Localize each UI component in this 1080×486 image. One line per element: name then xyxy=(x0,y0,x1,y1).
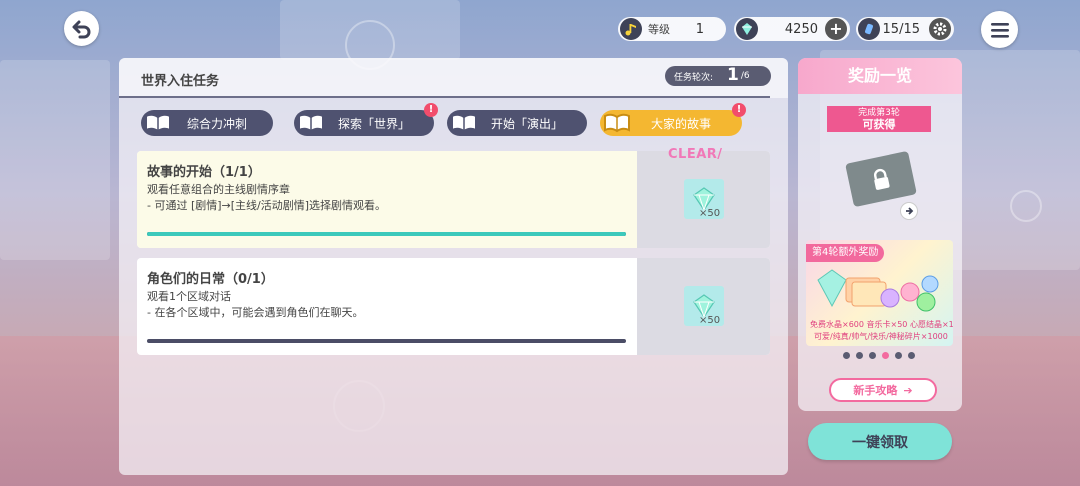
reward-items-icon xyxy=(817,269,939,312)
beginner-guide-button[interactable]: 新手攻略 ➔ xyxy=(829,378,937,402)
carousel-dot[interactable] xyxy=(869,352,876,359)
gear-icon xyxy=(933,22,947,36)
music-note-icon xyxy=(620,18,642,40)
book-icon xyxy=(451,113,477,133)
level-display: 等级 1 xyxy=(618,17,726,41)
tab-start-show[interactable]: 开始「演出」 xyxy=(447,110,587,136)
task-progress-bar xyxy=(147,232,626,236)
task-card[interactable]: 故事的开始（1/1） 观看任意组合的主线剧情序章 - 可通过 [剧情]→[主线/… xyxy=(137,151,770,248)
stamina-display: 15/15 xyxy=(856,17,954,41)
stamina-bottle-icon xyxy=(858,18,880,40)
book-icon xyxy=(145,113,171,133)
book-icon xyxy=(298,113,324,133)
task-description: 观看任意组合的主线剧情序章 - 可通过 [剧情]→[主线/活动剧情]选择剧情观看… xyxy=(147,182,386,214)
round-label: 任务轮次: xyxy=(674,72,714,83)
clear-stamp: CLEAR/ xyxy=(668,147,723,162)
extra-reward-title: 第4轮额外奖励 xyxy=(806,244,885,262)
task-title: 故事的开始（1/1） xyxy=(147,165,261,180)
task-reward-area: ×50 xyxy=(637,151,770,248)
notification-badge: ! xyxy=(732,103,746,117)
menu-button[interactable] xyxy=(981,11,1018,48)
level-value: 1 xyxy=(695,21,704,37)
mission-header: 世界入住任务 任务轮次: 1 /6 xyxy=(119,58,788,98)
tab-label: 大家的故事 xyxy=(650,116,711,131)
level-label: 等级 xyxy=(648,23,670,36)
back-button[interactable] xyxy=(64,11,99,46)
crystal-icon xyxy=(736,18,758,40)
ribbon-title: 可获得 xyxy=(862,118,896,131)
lock-icon xyxy=(874,168,890,190)
task-desc-line: 观看1个区域对话 xyxy=(147,290,231,303)
mission-title: 世界入住任务 xyxy=(141,74,220,89)
carousel-dot-active[interactable] xyxy=(882,352,889,359)
task-progress-bar xyxy=(147,339,626,343)
task-progress-fill xyxy=(147,232,626,236)
reward-detail-button[interactable] xyxy=(900,202,918,220)
tab-everyones-story[interactable]: 大家的故事 ! xyxy=(600,103,746,136)
stamina-count: 15/15 xyxy=(882,21,920,37)
crystal-count: 4250 xyxy=(784,21,818,37)
extra-reward-line: 可爱/纯真/帅气/快乐/神秘碎片×1000 xyxy=(814,332,948,341)
tab-overall-power[interactable]: 综合力冲刺 xyxy=(141,110,273,136)
arrow-right-icon xyxy=(906,207,914,215)
arrow-right-icon: ➔ xyxy=(903,383,913,397)
guide-label: 新手攻略 xyxy=(853,384,898,397)
round-counter: 任务轮次: 1 /6 xyxy=(665,64,771,86)
task-card[interactable]: 角色们的日常（0/1） 观看1个区域对话 - 在各个区域中，可能会遇到角色们在聊… xyxy=(137,258,770,355)
carousel-dot[interactable] xyxy=(843,352,850,359)
task-desc-line: - 在各个区域中，可能会遇到角色们在聊天。 xyxy=(147,306,364,319)
carousel-dots xyxy=(843,352,915,359)
back-arrow-icon xyxy=(72,20,90,38)
task-desc-line: 观看任意组合的主线剧情序章 xyxy=(147,183,290,196)
tab-label: 综合力冲刺 xyxy=(186,116,247,131)
tab-label: 开始「演出」 xyxy=(490,116,563,131)
carousel-dot[interactable] xyxy=(895,352,902,359)
tab-explore-world[interactable]: 探索「世界」 ! xyxy=(294,103,438,136)
round-reward-ribbon: 完成第3轮 可获得 xyxy=(827,106,931,132)
carousel-dot[interactable] xyxy=(856,352,863,359)
task-title: 角色们的日常（0/1） xyxy=(147,272,274,287)
task-reward-area: ×50 xyxy=(637,258,770,355)
reward-quantity: ×50 xyxy=(699,315,721,326)
round-current: 1 xyxy=(727,64,739,85)
add-crystal-button[interactable]: + xyxy=(825,18,847,40)
tab-label: 探索「世界」 xyxy=(337,116,410,131)
task-desc-line: - 可通过 [剧情]→[主线/活动剧情]选择剧情观看。 xyxy=(147,199,387,212)
notification-badge: ! xyxy=(424,103,438,117)
carousel-dot[interactable] xyxy=(908,352,915,359)
book-icon xyxy=(604,113,630,133)
crystal-display: 4250 + xyxy=(734,17,850,41)
rewards-header: 奖励一览 xyxy=(798,58,962,94)
claim-all-button[interactable]: 一键领取 xyxy=(808,423,952,460)
reward-quantity: ×50 xyxy=(699,208,721,219)
extra-reward-card[interactable]: 第4轮额外奖励 免费水晶×600 音乐卡×50 心愿结晶×1 可爱/纯真/帅气/… xyxy=(806,240,953,346)
round-total: /6 xyxy=(740,71,750,81)
hamburger-menu-icon xyxy=(990,22,1009,38)
settings-gear-button[interactable] xyxy=(929,18,951,40)
task-description: 观看1个区域对话 - 在各个区域中，可能会遇到角色们在聊天。 xyxy=(147,289,363,321)
extra-reward-line: 免费水晶×600 音乐卡×50 心愿结晶×1 xyxy=(810,320,953,329)
